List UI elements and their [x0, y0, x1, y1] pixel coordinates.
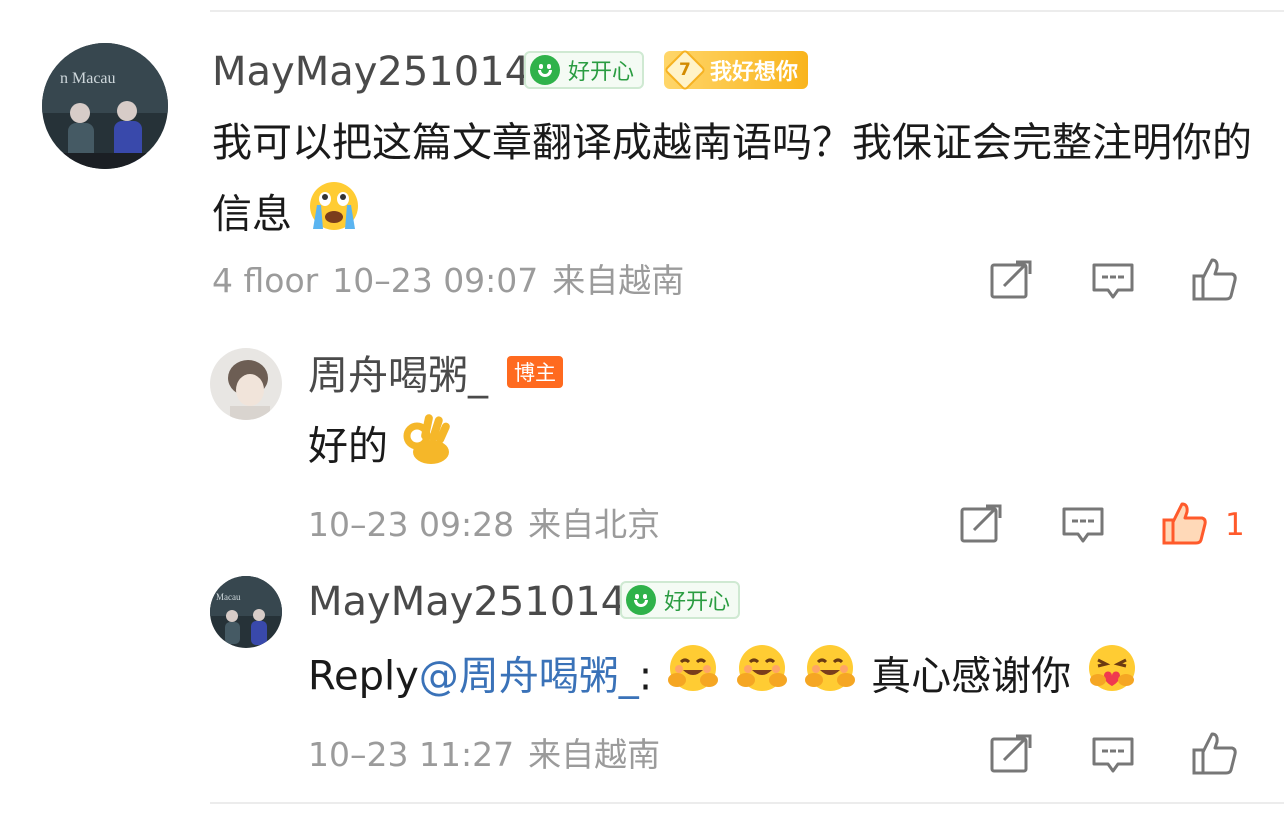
like-button[interactable] [1192, 730, 1238, 780]
thumbs-up-icon [1192, 732, 1237, 775]
crying-face-icon [305, 177, 363, 256]
heart-hug-face-icon [1084, 640, 1140, 717]
avatar[interactable]: n Macau [42, 43, 168, 169]
level-diamond-icon: 7 [663, 48, 707, 92]
comment-button[interactable] [1062, 506, 1104, 548]
repost-button[interactable] [990, 260, 1032, 304]
timestamp: 10–23 11:27 [308, 735, 515, 774]
top-divider [210, 10, 1284, 12]
username[interactable]: 周舟喝粥_ [308, 356, 488, 396]
share-icon [990, 260, 1032, 299]
location: 来自越南 [552, 261, 685, 300]
mood-badge[interactable]: 好开心 [524, 51, 645, 89]
smile-icon [626, 585, 656, 615]
mood-badge[interactable]: 好开心 [620, 581, 741, 619]
hug-face-icon [802, 640, 858, 717]
comment-icon [1092, 737, 1134, 773]
thumbs-up-icon-active [1162, 502, 1207, 545]
hug-face-icon [665, 640, 721, 717]
svg-text:Macau: Macau [216, 592, 241, 602]
ok-hand-icon [401, 410, 453, 487]
comment-meta: 10–23 11:27 来自越南 [308, 738, 674, 771]
host-badge: 博主 [507, 356, 563, 388]
repost-button[interactable] [990, 734, 1032, 778]
avatar[interactable] [210, 348, 282, 420]
username[interactable]: MayMay251014 [212, 52, 530, 92]
comment-text: 我可以把这篇文章翻译成越南语吗？我保证会完整注明你的信息 [212, 110, 1252, 256]
like-count: 1 [1225, 507, 1245, 543]
svg-text:n Macau: n Macau [60, 70, 116, 87]
comment-text: 好的 [308, 410, 453, 487]
username[interactable]: MayMay251014 [308, 582, 626, 622]
comment-button[interactable] [1092, 736, 1134, 778]
hug-face-icon [734, 640, 790, 717]
location: 来自北京 [528, 505, 661, 544]
repost-button[interactable] [960, 504, 1002, 548]
mention-link[interactable]: @周舟喝粥_ [419, 654, 639, 700]
fan-badge[interactable]: 7 我好想你 [663, 48, 809, 92]
bottom-divider [210, 802, 1284, 804]
location: 来自越南 [528, 735, 661, 774]
comment-icon [1062, 507, 1104, 543]
comment-icon [1092, 263, 1134, 299]
share-icon [990, 734, 1032, 773]
like-button[interactable] [1162, 500, 1208, 550]
like-button[interactable] [1192, 256, 1238, 306]
comment-text: Reply@周舟喝粥_: 真心感谢你 [308, 640, 1140, 717]
thumbs-up-icon [1192, 258, 1237, 301]
smile-icon [530, 55, 560, 85]
floor-number: 4 floor [212, 261, 319, 300]
comment-meta: 10–23 09:28 来自北京 [308, 508, 674, 541]
timestamp: 10–23 09:28 [308, 505, 515, 544]
timestamp: 10–23 09:07 [332, 261, 539, 300]
comment-meta: 4 floor 10–23 09:07 来自越南 [212, 264, 698, 297]
comment-button[interactable] [1092, 262, 1134, 304]
share-icon [960, 504, 1002, 543]
avatar[interactable]: Macau [210, 576, 282, 648]
